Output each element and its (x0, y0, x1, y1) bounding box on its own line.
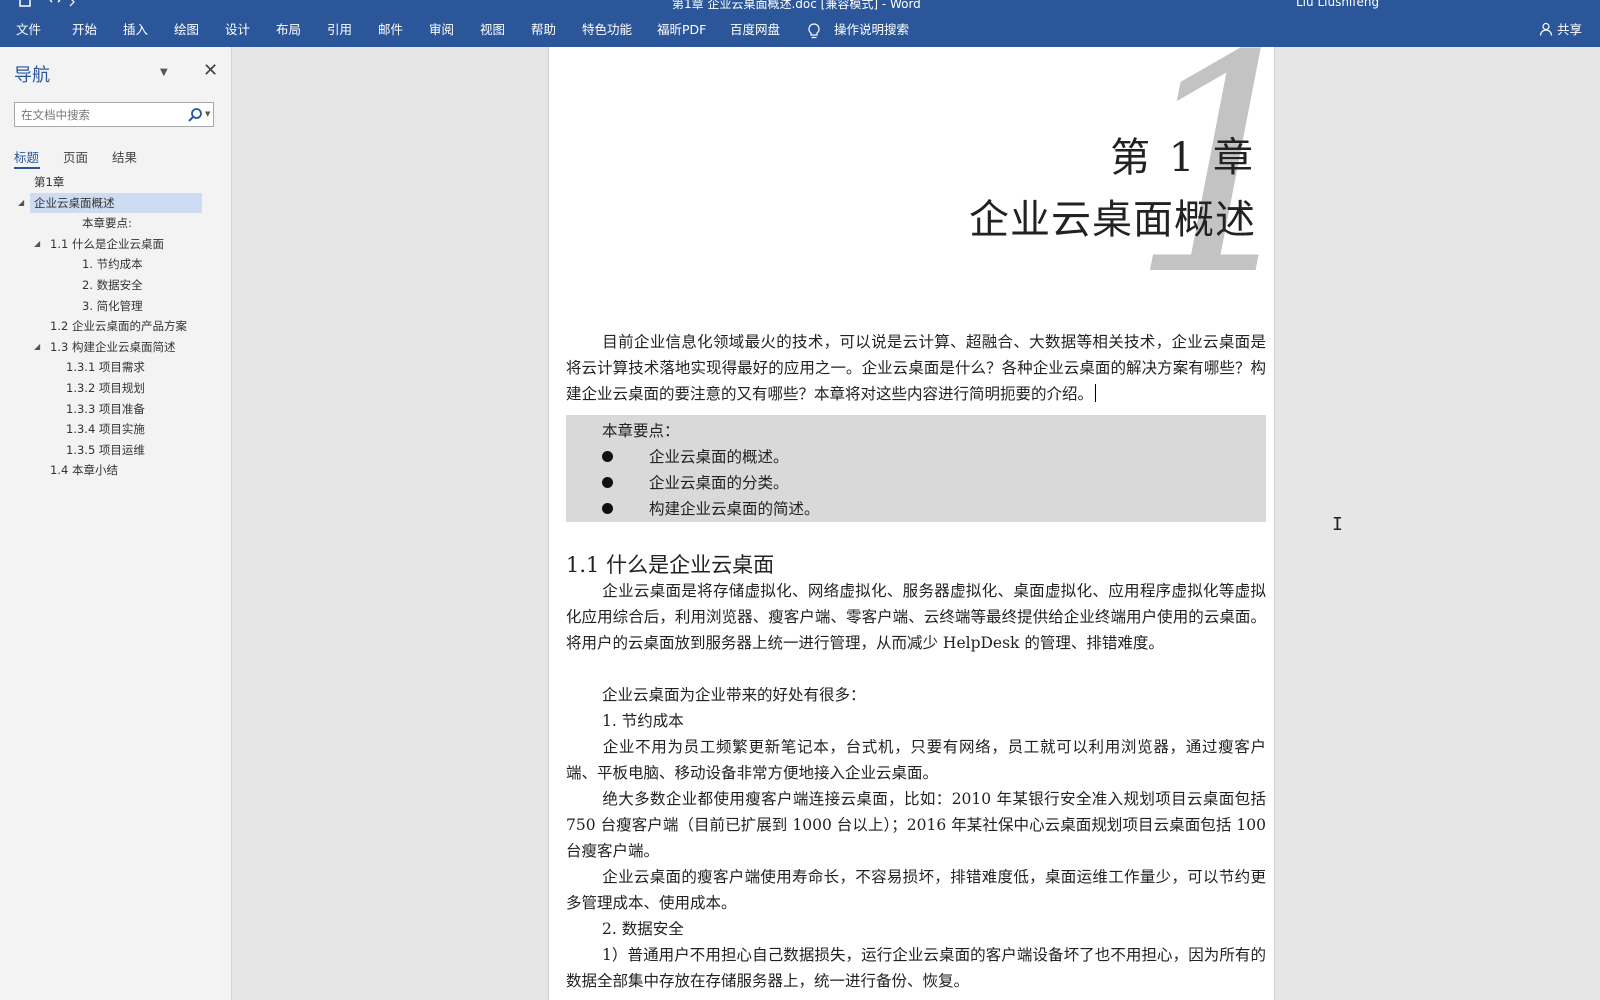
tab-draw[interactable]: 绘图 (174, 19, 199, 38)
keypoints-box: 本章要点： 企业云桌面的概述。 企业云桌面的分类。 构建企业云桌面的简述。 (566, 415, 1266, 522)
nav-search-input[interactable] (21, 106, 181, 123)
intro-paragraph[interactable]: 目前企业信息化领域最火的技术，可以说是云计算、超融合、大数据等相关技术，企业云桌… (566, 329, 1266, 407)
chevron-down-icon[interactable]: ▼ (160, 67, 168, 78)
nav-tab-results[interactable]: 结果 (112, 147, 137, 166)
tab-file[interactable]: 文件 (16, 19, 41, 38)
tell-me-search[interactable]: 操作说明搜索 (834, 19, 909, 38)
nav-heading-label: 1.3 构建企业云桌面简述 (50, 339, 176, 354)
save-icon[interactable] (18, 0, 78, 8)
tab-review[interactable]: 审阅 (429, 19, 454, 38)
nav-heading-label: 1.3.1 项目需求 (66, 360, 145, 375)
close-icon[interactable]: ✕ (203, 60, 218, 81)
nav-pane-title: 导航 (14, 65, 50, 86)
share-button[interactable]: 共享 (1539, 19, 1582, 38)
chapter-number: 第 1 章 (1110, 135, 1256, 181)
active-tab-indicator (14, 167, 40, 169)
nav-heading-label: 1.1 什么是企业云桌面 (50, 236, 164, 251)
keypoint-item: 构建企业云桌面的简述。 (602, 497, 820, 519)
person-icon (1539, 22, 1553, 36)
collapse-triangle-icon[interactable]: ◢ (34, 337, 40, 357)
paragraph[interactable]: 绝大多数企业都使用瘦客户端连接云桌面，比如：2010 年某银行安全准入规划项目云… (566, 786, 1266, 864)
subheading-save-cost[interactable]: 1. 节约成本 (566, 708, 1266, 734)
nav-heading-item[interactable]: ◢ 1.1 什么是企业云桌面 (0, 234, 232, 254)
nav-heading-label: 1.4 本章小结 (50, 463, 118, 478)
nav-heading-item[interactable]: 1.3.4 项目实施 (0, 419, 232, 439)
search-options-chevron-icon[interactable]: ▼ (205, 110, 210, 118)
collapse-triangle-icon[interactable]: ◢ (18, 193, 24, 213)
nav-heading-item[interactable]: 第1章 (0, 172, 232, 192)
tab-mailings[interactable]: 邮件 (378, 19, 403, 38)
document-page[interactable]: 1 第 1 章 企业云桌面概述 目前企业信息化领域最火的技术，可以说是云计算、超… (548, 47, 1275, 1000)
tab-layout[interactable]: 布局 (276, 19, 301, 38)
nav-heading-label: 1.3.5 项目运维 (66, 442, 145, 457)
nav-heading-item[interactable]: 1. 节约成本 (0, 254, 232, 274)
nav-heading-item[interactable]: 1.2 企业云桌面的产品方案 (0, 316, 232, 336)
nav-heading-label: 1.3.2 项目规划 (66, 381, 145, 395)
bullet-icon (602, 451, 613, 462)
paragraph[interactable]: 1）普通用户不用担心自己数据损失，运行企业云桌面的客户端设备坏了也不用担心，因为… (566, 942, 1266, 994)
tab-view[interactable]: 视图 (480, 19, 505, 38)
nav-heading-item[interactable]: 1.3.2 项目规划 (0, 378, 232, 398)
subheading-data-security[interactable]: 2. 数据安全 (566, 916, 1266, 942)
tab-insert[interactable]: 插入 (123, 19, 148, 38)
share-label: 共享 (1556, 22, 1582, 37)
tab-design[interactable]: 设计 (225, 19, 250, 38)
intro-text: 目前企业信息化领域最火的技术，可以说是云计算、超融合、大数据等相关技术，企业云桌… (566, 333, 1266, 403)
account-name[interactable]: Liu Liushifeng (1296, 0, 1379, 9)
section-heading-1-1: 1.1 什么是企业云桌面 (566, 553, 775, 577)
nav-heading-item[interactable]: 本章要点: (0, 213, 232, 233)
nav-heading-label: 1. 节约成本 (82, 257, 143, 272)
text-cursor (1095, 384, 1097, 402)
tab-home[interactable]: 开始 (72, 19, 97, 38)
nav-tab-headings[interactable]: 标题 (14, 147, 39, 166)
tab-foxit-pdf[interactable]: 福昕PDF (657, 19, 706, 38)
nav-heading-label: 1.3.4 项目实施 (66, 422, 145, 437)
nav-tab-pages[interactable]: 页面 (63, 147, 88, 166)
keypoint-item: 企业云桌面的概述。 (602, 445, 789, 467)
nav-heading-item[interactable]: 1.3.5 项目运维 (0, 440, 232, 460)
nav-heading-label: 第1章 (34, 175, 65, 189)
keypoint-item: 企业云桌面的分类。 (602, 471, 789, 493)
nav-heading-item[interactable]: ◢ 企业云桌面概述 (0, 192, 232, 213)
bullet-icon (602, 477, 613, 488)
nav-heading-label: 3. 简化管理 (82, 298, 143, 313)
nav-heading-item[interactable]: 1.3.1 项目需求 (0, 357, 232, 377)
nav-heading-item[interactable]: 1.3.3 项目准备 (0, 399, 232, 419)
collapse-triangle-icon[interactable]: ◢ (34, 234, 40, 254)
title-bar: 第1章 企业云桌面概述.doc [兼容模式] - Word Liu Liushi… (0, 0, 1600, 10)
nav-heading-label: 1.2 企业云桌面的产品方案 (50, 319, 187, 334)
paragraph[interactable]: 企业云桌面是将存储虚拟化、网络虚拟化、服务器虚拟化、桌面虚拟化、应用程序虚拟化等… (566, 578, 1266, 656)
nav-heading-label: 2. 数据安全 (82, 278, 143, 292)
paragraph[interactable]: 企业不用为员工频繁更新笔记本，台式机，只要有网络，员工就可以利用浏览器，通过瘦客… (566, 734, 1266, 786)
tab-references[interactable]: 引用 (327, 19, 352, 38)
quick-access-toolbar[interactable] (18, 0, 78, 10)
nav-heading-label: 1.3.3 项目准备 (66, 401, 145, 416)
ribbon-tab-bar: 文件 开始 插入 绘图 设计 布局 引用 邮件 审阅 视图 帮助 特色功能 福昕… (0, 10, 1600, 47)
tab-special[interactable]: 特色功能 (582, 19, 632, 38)
keypoints-title: 本章要点： (602, 422, 680, 440)
nav-heading-label: 本章要点: (82, 216, 132, 231)
tab-help[interactable]: 帮助 (531, 19, 556, 38)
nav-heading-item[interactable]: 3. 简化管理 (0, 296, 232, 316)
paragraph[interactable]: 企业云桌面为企业带来的好处有很多： (566, 682, 1266, 708)
paragraph[interactable]: 企业云桌面的瘦客户端使用寿命长，不容易损坏，排错难度低，桌面运维工作量少，可以节… (566, 864, 1266, 916)
nav-search-box[interactable]: ▼ (14, 102, 214, 127)
document-title: 第1章 企业云桌面概述.doc [兼容模式] - Word (672, 0, 921, 10)
tab-baidu-netdisk[interactable]: 百度网盘 (730, 19, 780, 38)
mouse-ibeam-cursor: I (1332, 514, 1343, 535)
navigation-pane: 导航 ▼ ✕ ▼ 标题 页面 结果 第1章 ◢ 企业云桌面概述本章要点: ◢ 1.1 什… (0, 47, 232, 1000)
lightbulb-icon[interactable] (808, 23, 820, 39)
search-icon[interactable] (187, 107, 203, 123)
bullet-icon (602, 503, 613, 514)
nav-heading-item[interactable]: 1.4 本章小结 (0, 460, 232, 480)
chapter-title: 企业云桌面概述 (969, 197, 1256, 243)
nav-heading-item[interactable]: ◢ 1.3 构建企业云桌面简述 (0, 337, 232, 357)
nav-heading-label: 企业云桌面概述 (34, 192, 115, 213)
nav-heading-item[interactable]: 2. 数据安全 (0, 275, 232, 295)
